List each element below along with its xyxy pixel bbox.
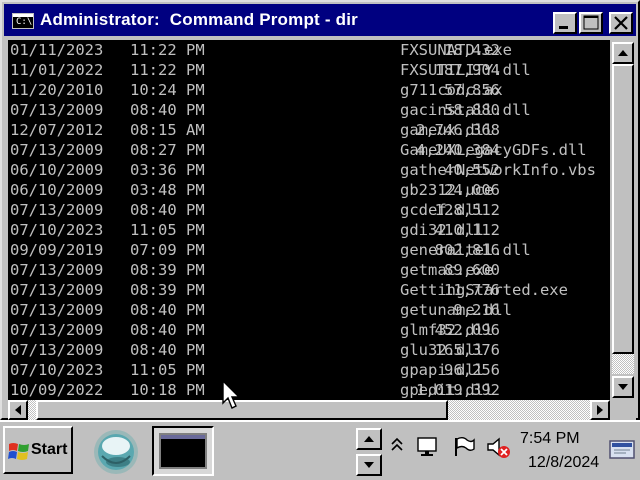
scroll-left-button[interactable] xyxy=(8,400,28,420)
scroll-down-button[interactable] xyxy=(612,376,634,398)
file-name: FXSUTILITY.dll xyxy=(400,61,531,79)
title-icon-text: C:\ xyxy=(16,17,33,27)
close-icon xyxy=(614,16,628,30)
file-date: 06/10/2009 xyxy=(10,181,104,199)
file-name: gb2312.uce xyxy=(400,181,494,199)
file-date: 12/07/2012 xyxy=(10,121,104,139)
scroll-up-button[interactable] xyxy=(612,42,634,64)
file-date: 07/13/2009 xyxy=(10,341,104,359)
file-date: 10/09/2022 xyxy=(10,381,104,399)
file-time: 08:40 PM xyxy=(130,201,205,219)
file-date: 07/13/2009 xyxy=(10,141,104,159)
file-date: 11/01/2022 xyxy=(10,61,104,79)
vertical-scroll-thumb[interactable] xyxy=(612,64,634,354)
volume-muted-icon[interactable] xyxy=(486,436,512,460)
maximize-button[interactable] xyxy=(579,12,603,34)
file-time: 07:09 PM xyxy=(130,241,205,259)
command-prompt-icon xyxy=(159,433,207,469)
command-prompt-title-icon[interactable]: C:\ xyxy=(12,13,34,29)
show-desktop-icon[interactable] xyxy=(608,438,636,462)
minimize-button[interactable] xyxy=(553,12,577,34)
file-name: FXSUNATD.exe xyxy=(400,41,512,59)
file-time: 08:40 PM xyxy=(130,301,205,319)
file-name: GameUXLegacyGDFs.dll xyxy=(400,141,587,159)
file-name: generaltel.dll xyxy=(400,241,531,259)
arrow-up-icon xyxy=(618,50,628,56)
file-time: 08:39 PM xyxy=(130,281,205,299)
file-time: 11:05 PM xyxy=(130,221,205,239)
file-time: 11:05 PM xyxy=(130,361,205,379)
file-name: gpedit.dll xyxy=(400,381,494,399)
file-date: 11/20/2010 xyxy=(10,81,104,99)
arrow-down-icon xyxy=(618,384,628,390)
file-name: gdi32.dll xyxy=(400,221,484,239)
file-time: 08:39 PM xyxy=(130,261,205,279)
file-time: 10:18 PM xyxy=(130,381,205,399)
arrow-up-icon xyxy=(364,436,374,442)
file-name: gpapi.dll xyxy=(400,361,484,379)
file-date: 07/13/2009 xyxy=(10,201,104,219)
taskbar-app-button-1[interactable] xyxy=(88,426,150,476)
file-name: glmf32.dll xyxy=(400,321,494,339)
network-icon[interactable] xyxy=(416,436,440,458)
start-button[interactable]: Start xyxy=(3,426,73,474)
file-name: GettingStarted.exe xyxy=(400,281,568,299)
file-name: g711codc.ax xyxy=(400,81,503,99)
command-prompt-window: C:\ Administrator: Command Prompt - dir … xyxy=(0,0,640,420)
windows-logo-icon xyxy=(8,443,29,460)
arrow-down-icon xyxy=(364,462,374,468)
taskbar-scroll-up-button[interactable] xyxy=(356,428,382,450)
file-name: gatherNetworkInfo.vbs xyxy=(400,161,596,179)
clock-time[interactable]: 7:54 PM xyxy=(520,430,580,448)
arrow-right-icon xyxy=(597,405,603,415)
scroll-right-button[interactable] xyxy=(590,400,610,420)
file-date: 07/13/2009 xyxy=(10,101,104,119)
file-name: gameux.dll xyxy=(400,121,494,139)
file-time: 08:40 PM xyxy=(130,321,205,339)
file-name: glu32.dll xyxy=(400,341,484,359)
mouse-cursor-icon xyxy=(222,380,241,409)
file-time: 08:40 PM xyxy=(130,101,205,119)
file-time: 10:24 PM xyxy=(130,81,205,99)
file-date: 07/13/2009 xyxy=(10,321,104,339)
file-date: 07/10/2023 xyxy=(10,221,104,239)
app-round-icon xyxy=(94,430,138,474)
vertical-scrollbar[interactable] xyxy=(610,40,636,400)
start-label: Start xyxy=(31,441,68,458)
file-time: 11:22 PM xyxy=(130,61,205,79)
console-output[interactable]: 01/11/2023 11:22 PM 18,432 FXSUNATD.exe 11/0… xyxy=(8,40,610,400)
maximize-icon xyxy=(583,15,599,30)
flag-icon[interactable] xyxy=(452,436,476,458)
file-time: 08:15 AM xyxy=(130,121,205,139)
file-date: 09/09/2019 xyxy=(10,241,104,259)
file-date: 07/13/2009 xyxy=(10,261,104,279)
taskbar: Start 7:54 PM 12/8/2024 xyxy=(0,420,640,480)
taskbar-scroll-down-button[interactable] xyxy=(356,454,382,476)
file-date: 07/10/2023 xyxy=(10,361,104,379)
file-time: 03:36 PM xyxy=(130,161,205,179)
title-bar[interactable]: C:\ Administrator: Command Prompt - dir xyxy=(4,4,636,36)
file-name: getmac.exe xyxy=(400,261,494,279)
close-button[interactable] xyxy=(609,12,633,34)
file-date: 07/13/2009 xyxy=(10,281,104,299)
chevron-up-icon[interactable] xyxy=(390,436,404,456)
file-name: getuname.dll xyxy=(400,301,512,319)
horizontal-scrollbar[interactable] xyxy=(8,400,610,420)
file-name: gacinstall.dll xyxy=(400,101,531,119)
size-grip[interactable] xyxy=(610,400,636,420)
file-time: 08:40 PM xyxy=(130,341,205,359)
file-date: 06/10/2009 xyxy=(10,161,104,179)
taskbar-app-button-command-prompt[interactable] xyxy=(152,426,214,476)
file-date: 01/11/2023 xyxy=(10,41,104,59)
file-time: 03:48 PM xyxy=(130,181,205,199)
file-time: 11:22 PM xyxy=(130,41,205,59)
minimize-icon xyxy=(559,26,568,29)
file-date: 07/13/2009 xyxy=(10,301,104,319)
window-title: Administrator: Command Prompt - dir xyxy=(40,10,358,29)
file-time: 08:27 PM xyxy=(130,141,205,159)
arrow-left-icon xyxy=(15,405,21,415)
clock-date[interactable]: 12/8/2024 xyxy=(528,454,599,472)
file-name: gcdef.dll xyxy=(400,201,484,219)
